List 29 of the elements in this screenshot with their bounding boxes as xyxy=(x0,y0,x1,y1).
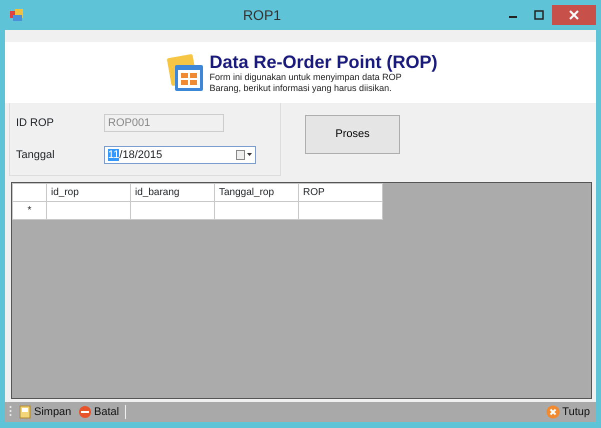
header-description: Form ini digunakan untuk menyimpan data ROP Barang, berikut informasi yang harus diisikan. xyxy=(209,72,402,94)
window-title: ROP1 xyxy=(242,6,282,24)
grip-icon xyxy=(9,405,12,419)
close-icon xyxy=(546,405,560,419)
table-cell[interactable] xyxy=(46,202,130,220)
close-button[interactable] xyxy=(552,5,596,25)
app-icon xyxy=(10,9,24,21)
cancel-button[interactable]: Batal xyxy=(76,404,122,420)
column-header[interactable]: id_barang xyxy=(130,184,214,202)
column-header[interactable]: id_rop xyxy=(46,184,130,202)
table-cell[interactable] xyxy=(130,202,214,220)
new-row-marker: * xyxy=(12,202,46,220)
close-button[interactable]: Tutup xyxy=(544,404,592,420)
process-button[interactable]: Proses xyxy=(305,115,400,154)
save-button[interactable]: Simpan xyxy=(16,404,74,420)
close-icon xyxy=(569,10,579,20)
header-title: Data Re-Order Point (ROP) xyxy=(209,52,438,72)
save-icon xyxy=(18,405,32,419)
field-label: Tanggal xyxy=(16,148,56,163)
calendar-dropdown-icon[interactable] xyxy=(236,150,252,160)
cancel-icon xyxy=(78,405,92,419)
date-field[interactable]: 11/18/2015 xyxy=(104,146,256,164)
table-cell[interactable] xyxy=(214,202,298,220)
column-header[interactable]: ROP xyxy=(298,184,382,202)
table-cell[interactable] xyxy=(298,202,382,220)
field-label: ID ROP xyxy=(16,116,55,131)
maximize-icon xyxy=(534,10,544,20)
row-header-cell xyxy=(12,184,46,202)
column-header[interactable]: Tanggal_rop xyxy=(214,184,298,202)
